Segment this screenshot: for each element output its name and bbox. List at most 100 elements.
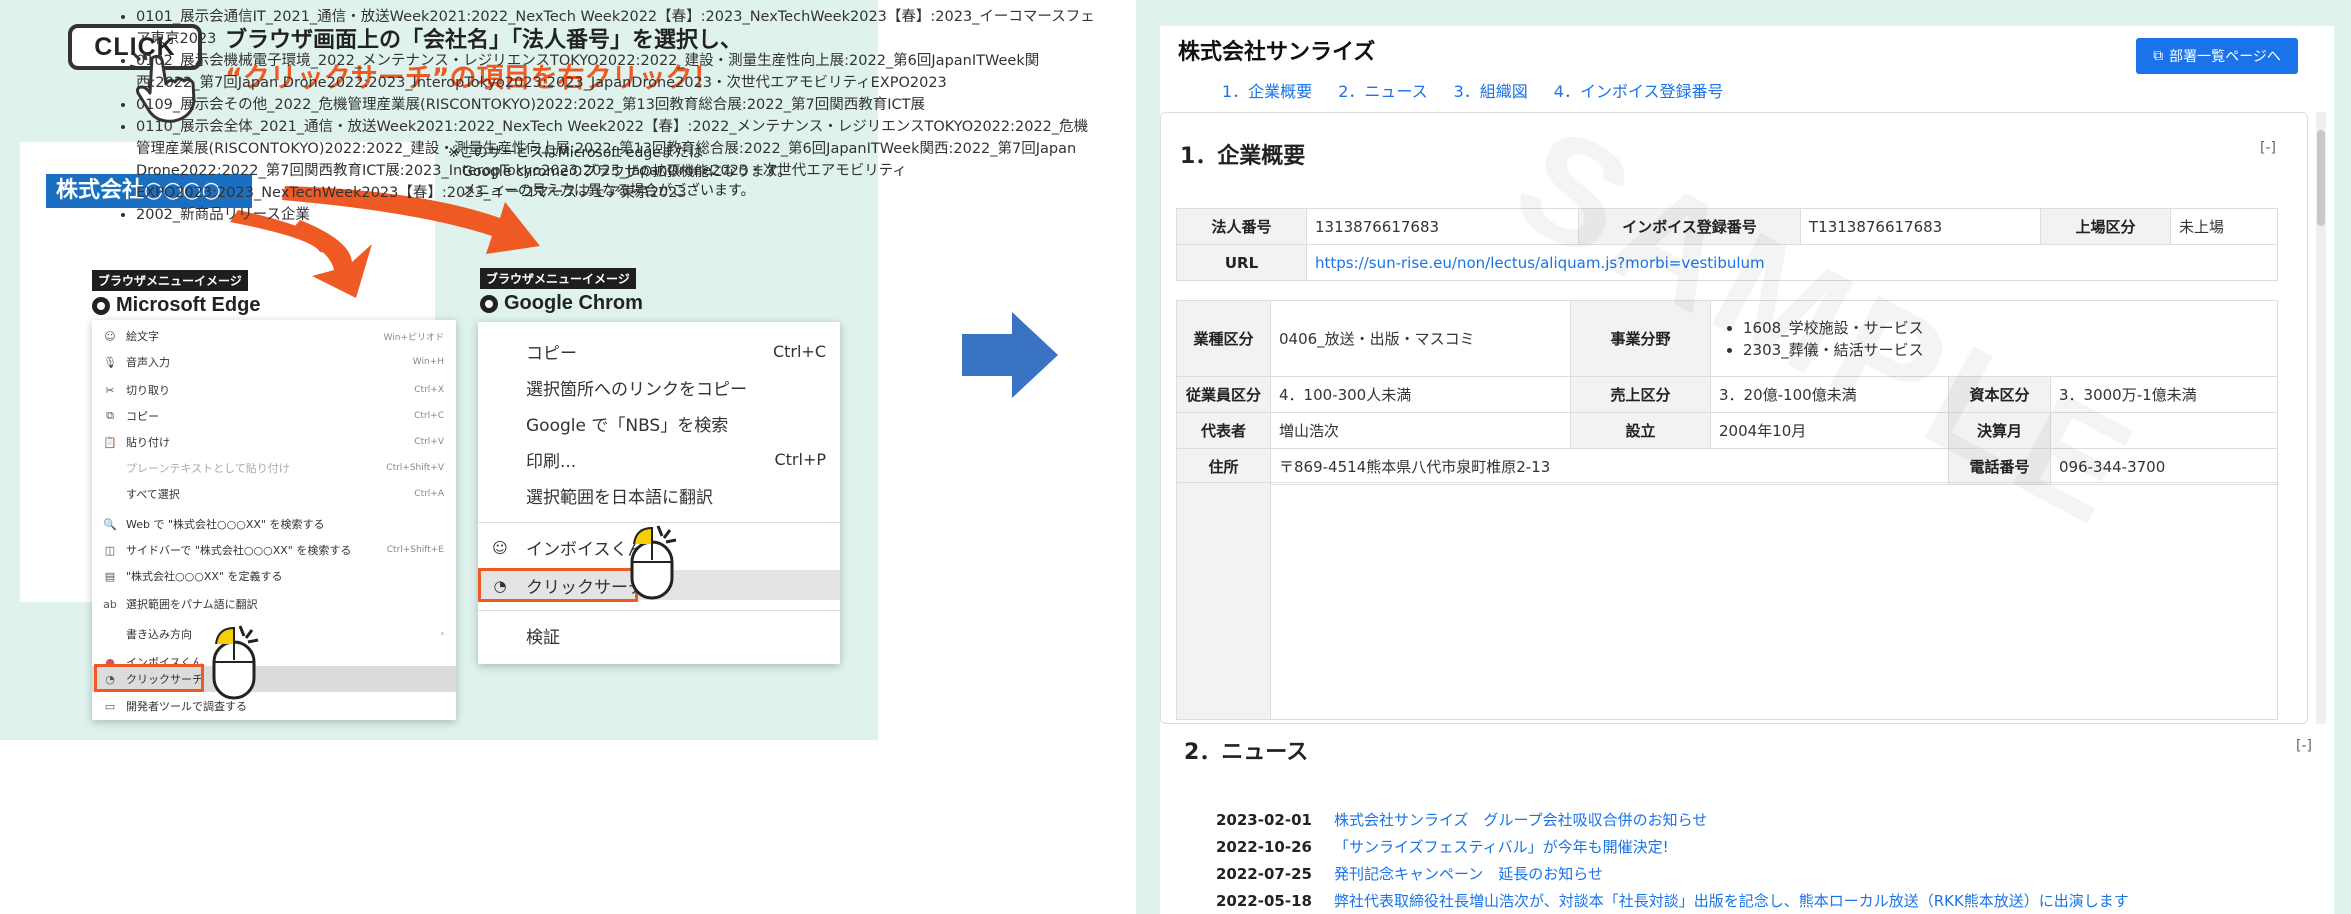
representative-label: 代表者 bbox=[1176, 412, 1271, 449]
edge-menu-item[interactable]: ◫ サイドバーで "株式会社○○○XX" を検索する Ctrl+Shift+E bbox=[92, 538, 456, 562]
news-date: 2022-07-25 bbox=[1216, 864, 1312, 883]
edge-item-label: サイドバーで "株式会社○○○XX" を検索する bbox=[126, 544, 352, 557]
url-label: URL bbox=[1176, 244, 1307, 281]
edge-item-label: すべて選択 bbox=[126, 488, 180, 501]
address-value: 〒869-4514熊本県八代市泉町椎原2-13 bbox=[1270, 448, 1949, 485]
invoice-number-value: T1313876617683 bbox=[1800, 208, 2041, 245]
employees-value: 4．100-300人未満 bbox=[1270, 376, 1571, 413]
corp-number-label: 法人番号 bbox=[1176, 208, 1307, 245]
edge-item-label: コピー bbox=[126, 410, 159, 423]
business-field-item: 1608_学校施設・サービス bbox=[1743, 317, 2269, 339]
news-list: 2023-02-01 株式会社サンライズ グループ会社吸収合併のお知らせ 202… bbox=[1216, 806, 2129, 914]
chrome-menu-item[interactable]: 印刷... Ctrl+P bbox=[478, 444, 840, 474]
exhibition-item: 0101_展示会通信IT_2021_通信・放送Week2021:2022_Nex… bbox=[136, 6, 1096, 50]
mouse-click-icon bbox=[212, 625, 259, 700]
edge-menu-item[interactable]: ✂ 切り取り Ctrl+X bbox=[92, 378, 456, 402]
scrollbar-thumb[interactable] bbox=[2317, 130, 2325, 226]
arrow-right-icon bbox=[962, 312, 1058, 398]
chrome-item-shortcut: Ctrl+P bbox=[774, 449, 826, 469]
paste-icon: 📋 bbox=[103, 435, 117, 449]
phone-label: 電話番号 bbox=[1948, 448, 2051, 485]
edge-menu-item[interactable]: ☺ 絵文字 Win+ピリオド bbox=[92, 324, 456, 348]
nav-link-invoice[interactable]: 4．インボイス登録番号 bbox=[1554, 78, 1724, 102]
company-title: 株式会社サンライズ bbox=[1178, 40, 1376, 65]
translate-icon: ab bbox=[103, 597, 117, 611]
listing-label: 上場区分 bbox=[2040, 208, 2171, 245]
collapse-toggle[interactable]: [-] bbox=[2260, 140, 2276, 156]
edge-menu-item[interactable]: ⧉ コピー Ctrl+C bbox=[92, 404, 456, 428]
fiscal-month-label: 決算月 bbox=[1948, 412, 2051, 449]
chrome-menu-item[interactable]: 選択範囲を日本語に翻訳 bbox=[478, 480, 840, 510]
edge-menu-tag: ブラウザメニューイメージ bbox=[92, 270, 248, 291]
edge-item-label: 書き込み方向 bbox=[126, 628, 192, 641]
edge-menu-item[interactable]: 🎙 音声入力 Win+H bbox=[92, 350, 456, 374]
news-date: 2022-05-18 bbox=[1216, 891, 1312, 910]
microphone-icon: 🎙 bbox=[103, 355, 117, 369]
chrome-highlight-frame bbox=[478, 568, 638, 602]
phone-value: 096-344-3700 bbox=[2050, 448, 2278, 485]
news-link[interactable]: 弊社代表取締役社長増山浩次が、対談本「社長対談」出版を記念し、熊本ローカル放送（… bbox=[1334, 890, 2129, 911]
chrome-item-label: コピー bbox=[526, 343, 577, 364]
listing-value: 未上場 bbox=[2170, 208, 2278, 245]
edge-menu-item[interactable]: ab 選択範囲をパナム語に翻訳 bbox=[92, 592, 456, 616]
edge-item-shortcut: Win+ピリオド bbox=[383, 332, 444, 343]
edge-menu-item[interactable]: 🔍 Web で "株式会社○○○XX" を検索する bbox=[92, 512, 456, 536]
edge-item-label: Web で "株式会社○○○XX" を検索する bbox=[126, 518, 325, 531]
chrome-menu-item[interactable]: 検証 bbox=[478, 620, 840, 650]
capital-value: 3．3000万-1億未満 bbox=[2050, 376, 2278, 413]
chrome-menu-tag: ブラウザメニューイメージ bbox=[480, 268, 636, 289]
edge-menu-item[interactable]: すべて選択 Ctrl+A bbox=[92, 482, 456, 506]
collapse-toggle[interactable]: [-] bbox=[2296, 738, 2312, 754]
chrome-menu-item[interactable]: 選択箇所へのリンクをコピー bbox=[478, 372, 840, 402]
department-button-label: 部署一覧ページへ bbox=[2169, 49, 2281, 65]
news-link[interactable]: 「サンライズフェスティバル」が今年も開催決定! bbox=[1334, 836, 1669, 857]
sidebar-icon: ◫ bbox=[104, 543, 116, 557]
nav-link-news[interactable]: 2．ニュース bbox=[1338, 78, 1427, 102]
edge-menu-item[interactable]: ▤ "株式会社○○○XX" を定義する bbox=[92, 564, 456, 588]
edge-browser-name: Microsoft Edge bbox=[92, 294, 260, 317]
founded-label: 設立 bbox=[1570, 412, 1711, 449]
news-link[interactable]: 発刊記念キャンペーン 延長のお知らせ bbox=[1334, 863, 1603, 884]
edge-item-label: 絵文字 bbox=[126, 330, 159, 343]
chrome-item-label: 選択範囲を日本語に翻訳 bbox=[526, 487, 713, 508]
company-url-link[interactable]: https://sun-rise.eu/non/lectus/aliquam.j… bbox=[1315, 254, 1765, 272]
detail-info-table: 業種区分 0406_放送・出版・マスコミ 事業分野 1608_学校施設・サービス… bbox=[1176, 300, 2278, 485]
edge-item-shortcut: Ctrl+X bbox=[414, 385, 444, 395]
nav-link-org-chart[interactable]: 3．組織図 bbox=[1454, 78, 1528, 102]
devtools-icon: ▭ bbox=[104, 699, 116, 713]
chevron-right-icon: › bbox=[440, 629, 444, 639]
page-section-nav: 1．企業概要 2．ニュース 3．組織図 4．インボイス登録番号 bbox=[1222, 78, 1723, 102]
chrome-menu-item[interactable]: コピー Ctrl+C bbox=[478, 336, 840, 366]
invoice-number-label: インボイス登録番号 bbox=[1578, 208, 1801, 245]
edge-menu-item[interactable]: プレーンテキストとして貼り付け Ctrl+Shift+V bbox=[92, 456, 456, 480]
news-item: 2022-07-25 発刊記念キャンペーン 延長のお知らせ bbox=[1216, 860, 2129, 887]
edge-item-shortcut: Ctrl+Shift+V bbox=[386, 463, 444, 473]
chrome-item-label: Google で「NBS」を検索 bbox=[526, 415, 729, 436]
edge-logo-icon bbox=[92, 296, 110, 315]
fiscal-month-value bbox=[2050, 412, 2278, 449]
edge-item-label: "株式会社○○○XX" を定義する bbox=[126, 570, 283, 583]
exhibition-item: 0110_展示会全体_2021_通信・放送Week2021:2022_NexTe… bbox=[136, 116, 1096, 204]
edge-item-label: 貼り付け bbox=[126, 436, 170, 449]
news-heading: 2．ニュース bbox=[1184, 740, 1309, 765]
news-date: 2023-02-01 bbox=[1216, 810, 1312, 829]
edge-menu-item[interactable]: 書き込み方向 › bbox=[92, 622, 456, 646]
news-link[interactable]: 株式会社サンライズ グループ会社吸収合併のお知らせ bbox=[1334, 809, 1707, 830]
edge-item-label: 開発者ツールで調査する bbox=[126, 700, 247, 713]
department-list-button[interactable]: ⧉ 部署一覧ページへ bbox=[2136, 38, 2298, 74]
search-icon: 🔍 bbox=[103, 517, 117, 531]
edge-menu-item[interactable]: ▭ 開発者ツールで調査する bbox=[92, 694, 456, 718]
edge-item-shortcut: Win+H bbox=[412, 357, 444, 367]
nav-link-overview[interactable]: 1．企業概要 bbox=[1222, 78, 1312, 102]
menu-divider bbox=[478, 522, 840, 523]
exhibition-label-column bbox=[1177, 483, 1271, 719]
chrome-context-menu: コピー Ctrl+C 選択箇所へのリンクをコピー Google で「NBS」を検索… bbox=[478, 322, 840, 664]
copy-icon: ⧉ bbox=[106, 409, 114, 422]
chrome-menu-item[interactable]: Google で「NBS」を検索 bbox=[478, 408, 840, 438]
chrome-logo-icon bbox=[480, 294, 498, 313]
edge-menu-item[interactable]: 📋 貼り付け Ctrl+V bbox=[92, 430, 456, 454]
edge-item-label: 切り取り bbox=[126, 384, 170, 397]
sales-value: 3．20億-100億未満 bbox=[1710, 376, 1949, 413]
overview-heading: 1．企業概要 bbox=[1180, 144, 1306, 169]
exhibition-item: 0109_展示会その他_2022_危機管理産業展(RISCONTOKYO)202… bbox=[136, 94, 1096, 116]
